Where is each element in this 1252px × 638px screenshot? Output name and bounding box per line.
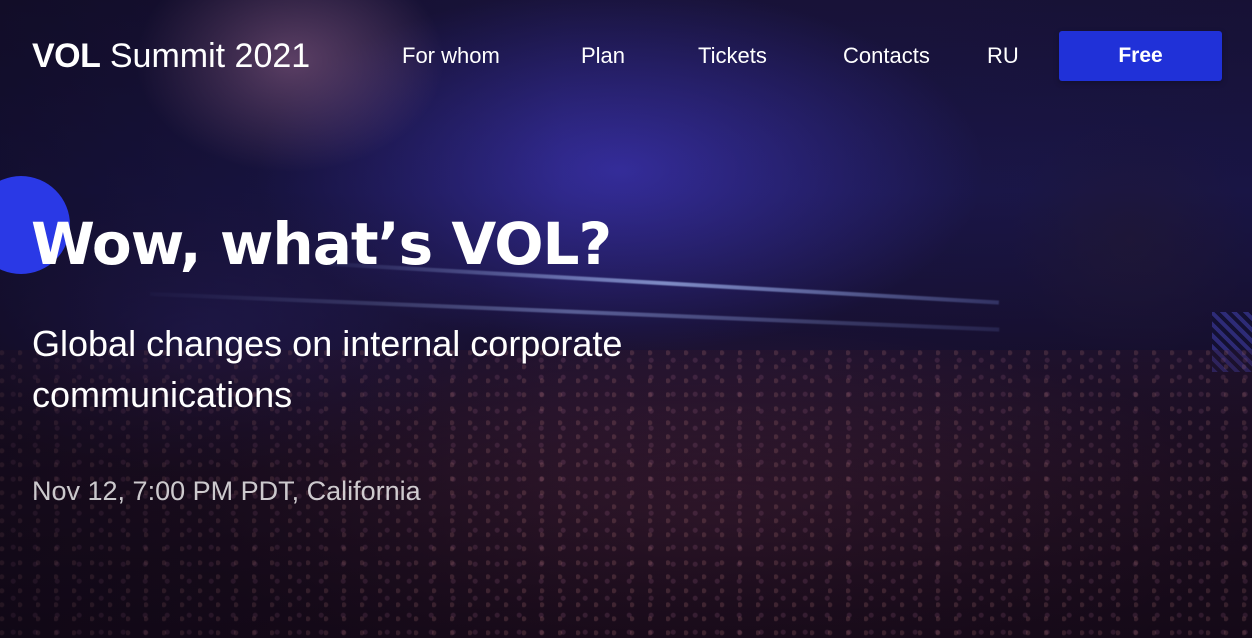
event-date-location: Nov 12, 7:00 PM PDT, California bbox=[32, 476, 421, 506]
hero-headline: Wow, what’s VOL? bbox=[31, 210, 612, 278]
hero-subheadline: Global changes on internal corporate com… bbox=[32, 323, 623, 415]
free-registration-button[interactable]: Free bbox=[1059, 31, 1222, 81]
site-logo[interactable]: VOL Summit 2021 bbox=[32, 36, 310, 76]
nav-link-contacts[interactable]: Contacts bbox=[843, 42, 930, 70]
nav-link-tickets[interactable]: Tickets bbox=[698, 42, 767, 70]
nav-link-for-whom[interactable]: For whom bbox=[402, 42, 500, 70]
nav-link-plan[interactable]: Plan bbox=[581, 42, 625, 70]
site-header: VOL Summit 2021 For whom Plan Tickets Co… bbox=[0, 0, 1252, 110]
language-switch[interactable]: RU bbox=[987, 42, 1019, 70]
logo-light-text: Summit 2021 bbox=[109, 37, 311, 75]
logo-bold-text: VOL bbox=[32, 37, 101, 75]
